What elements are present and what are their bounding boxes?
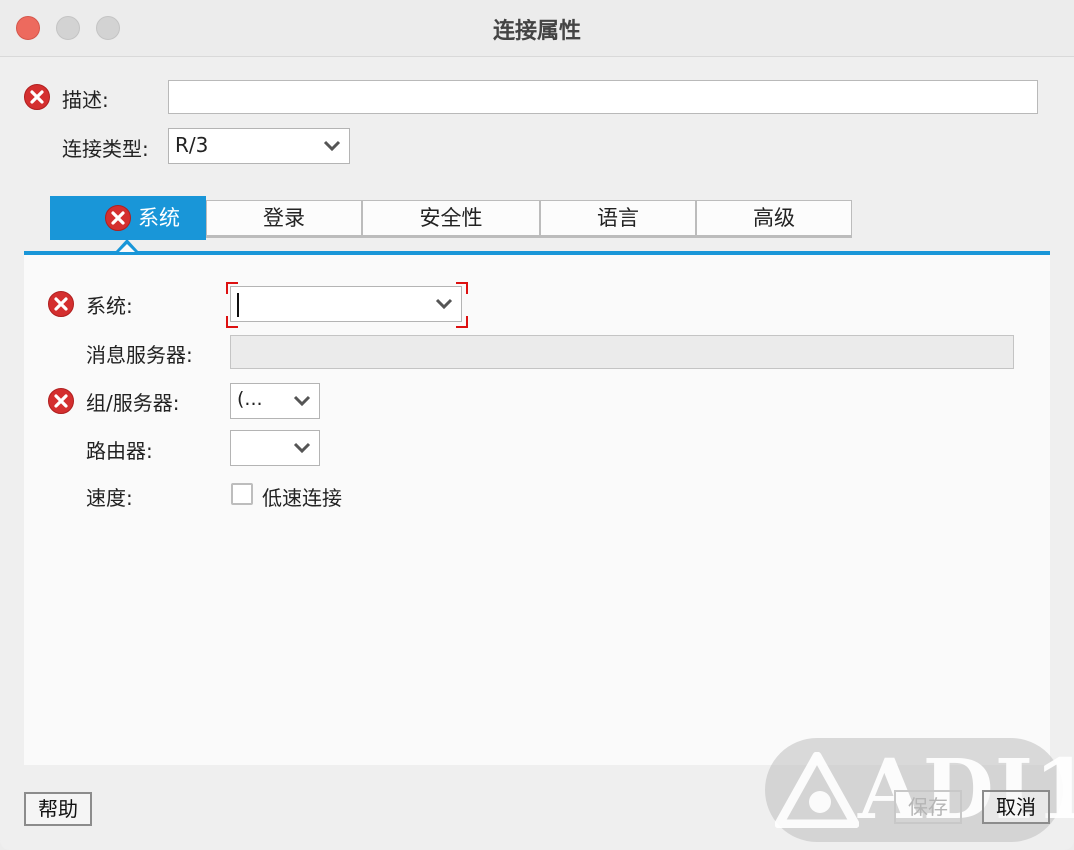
description-error-icon (24, 84, 50, 110)
description-label: 描述: (62, 88, 109, 112)
chevron-down-icon (435, 298, 453, 310)
tab-security-label: 安全性 (419, 206, 483, 230)
low-speed-checkbox[interactable] (231, 483, 253, 505)
tab-advanced-label: 高级 (753, 206, 795, 230)
focus-corner-bl (226, 316, 238, 328)
text-cursor (237, 293, 239, 317)
focus-corner-br (456, 316, 468, 328)
message-server-input[interactable] (230, 335, 1014, 369)
active-tab-caret-inner (119, 244, 135, 252)
title-bar: 连接属性 (0, 0, 1074, 57)
connection-type-value: R/3 (175, 133, 209, 157)
description-input[interactable] (168, 80, 1038, 114)
window-title: 连接属性 (492, 19, 581, 44)
tab-system-error-icon (105, 205, 131, 231)
system-error-icon (48, 291, 74, 317)
group-server-select[interactable]: (... (230, 383, 320, 419)
help-button[interactable]: 帮助 (24, 792, 92, 826)
tab-system[interactable]: 系统 (50, 196, 206, 240)
tab-panel-system (24, 255, 1050, 765)
speed-label: 速度: (86, 486, 133, 510)
system-select[interactable] (230, 286, 462, 322)
tab-security[interactable]: 安全性 (362, 200, 540, 238)
group-server-label: 组/服务器: (86, 391, 180, 415)
save-button[interactable]: 保存 (894, 790, 962, 824)
connection-type-label: 连接类型: (62, 137, 149, 161)
tab-language-label: 语言 (597, 206, 639, 230)
tab-underline (24, 251, 1050, 255)
chevron-down-icon (323, 140, 341, 152)
chevron-down-icon (293, 442, 311, 454)
tab-logon-label: 登录 (263, 206, 305, 230)
tab-system-label: 系统 (138, 206, 180, 230)
focus-corner-tr (456, 282, 468, 294)
tab-advanced[interactable]: 高级 (696, 200, 852, 238)
cancel-button[interactable]: 取消 (982, 790, 1050, 824)
system-label: 系统: (86, 294, 133, 318)
group-server-value: (... (237, 388, 263, 410)
focus-corner-tl (226, 282, 238, 294)
chevron-down-icon (293, 395, 311, 407)
router-label: 路由器: (86, 439, 153, 463)
tab-language[interactable]: 语言 (540, 200, 696, 238)
connection-properties-window: 连接属性 描述: 连接类型: R/3 系统 登录 安全性 语言 高级 系统: 消… (0, 0, 1074, 850)
connection-type-select[interactable]: R/3 (168, 128, 350, 164)
watermark-logo-icon (775, 752, 859, 828)
group-server-error-icon (48, 388, 74, 414)
message-server-label: 消息服务器: (86, 343, 193, 367)
low-speed-label: 低速连接 (262, 486, 342, 510)
router-select[interactable] (230, 430, 320, 466)
tab-logon[interactable]: 登录 (206, 200, 362, 238)
